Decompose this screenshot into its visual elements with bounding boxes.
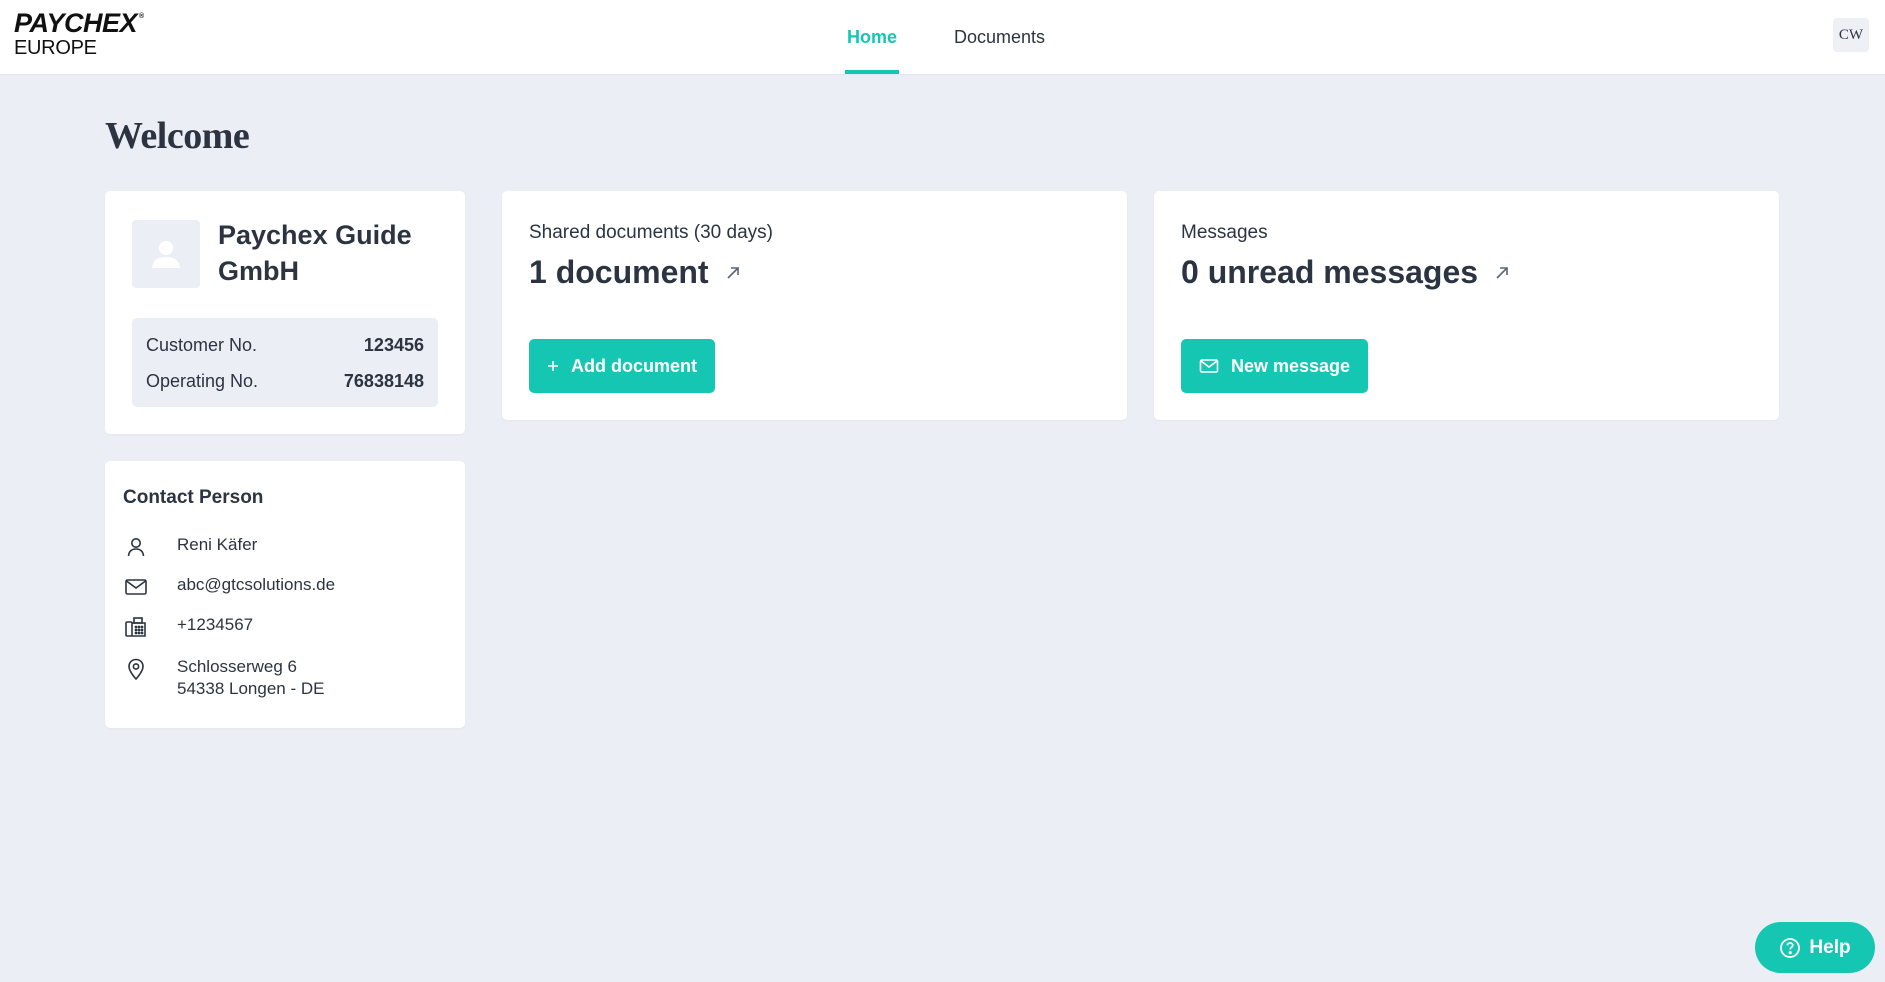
contact-email-row: abc@gtcsolutions.de	[123, 574, 335, 600]
logo-subtitle: EUROPE	[14, 37, 97, 59]
messages-link[interactable]: 0 unread messages	[1181, 254, 1510, 291]
help-label: Help	[1809, 936, 1851, 958]
contact-address: Schlosserweg 6 54338 Longen - DE	[177, 656, 324, 700]
tab-home[interactable]: Home	[845, 0, 900, 74]
logo-wordmark: PAYCHEX	[14, 8, 138, 38]
customer-number-row: Customer No. 123456	[146, 333, 424, 357]
logo-trademark: ®	[139, 13, 144, 20]
address-line-2: 54338 Longen - DE	[177, 679, 325, 698]
contact-address-row: Schlosserweg 6 54338 Longen - DE	[123, 656, 324, 700]
arrow-up-right-icon	[725, 265, 741, 281]
add-document-label: Add document	[571, 355, 697, 376]
operating-number-value: 76838148	[343, 370, 424, 391]
question-circle-icon	[1779, 937, 1801, 959]
contact-phone[interactable]: +1234567	[177, 614, 253, 636]
person-icon	[123, 534, 149, 560]
main-nav: Home Documents	[845, 0, 1047, 74]
envelope-icon	[1199, 358, 1219, 374]
plus-icon	[547, 360, 559, 372]
user-avatar-button[interactable]: CW	[1833, 18, 1869, 52]
top-navigation-bar: PAYCHEX ® EUROPE Home Documents CW	[0, 0, 1885, 75]
fax-phone-icon	[123, 614, 149, 640]
contact-name-row: Reni Käfer	[123, 534, 257, 560]
company-id-box: Customer No. 123456 Operating No. 768381…	[132, 318, 438, 407]
shared-documents-card: Shared documents (30 days) 1 document Ad…	[502, 191, 1127, 420]
tab-documents[interactable]: Documents	[952, 0, 1047, 74]
user-placeholder-icon	[132, 220, 200, 288]
messages-label: Messages	[1181, 222, 1268, 243]
company-card: Paychex Guide GmbH Customer No. 123456 O…	[105, 191, 465, 434]
contact-name: Reni Käfer	[177, 535, 258, 554]
arrow-up-right-icon	[1494, 265, 1510, 281]
envelope-icon	[123, 574, 149, 600]
operating-number-label: Operating No.	[146, 370, 259, 391]
address-line-1: Schlosserweg 6	[177, 657, 298, 676]
shared-documents-label: Shared documents (30 days)	[529, 222, 773, 243]
operating-number-row: Operating No. 76838148	[146, 369, 424, 393]
company-name: Paychex Guide GmbH	[218, 220, 412, 286]
contact-person-title: Contact Person	[123, 487, 264, 508]
customer-number-value: 123456	[363, 334, 424, 355]
contact-phone-row: +1234567	[123, 614, 253, 640]
customer-number-label: Customer No.	[146, 334, 258, 355]
contact-email[interactable]: abc@gtcsolutions.de	[177, 574, 335, 596]
shared-documents-link[interactable]: 1 document	[529, 254, 741, 291]
new-message-button[interactable]: New message	[1181, 339, 1369, 393]
contact-person-card: Contact Person Reni Käfer abc@gtcsolutio…	[105, 461, 465, 728]
add-document-button[interactable]: Add document	[529, 339, 715, 393]
unread-messages-count: 0 unread messages	[1181, 254, 1479, 290]
help-button[interactable]: Help	[1755, 922, 1875, 973]
paychex-europe-logo[interactable]: PAYCHEX ® EUROPE	[14, 8, 144, 59]
page-title: Welcome	[105, 115, 250, 157]
location-pin-icon	[123, 656, 149, 682]
messages-card: Messages 0 unread messages New message	[1154, 191, 1779, 420]
shared-documents-count: 1 document	[529, 254, 709, 290]
new-message-label: New message	[1231, 355, 1351, 376]
